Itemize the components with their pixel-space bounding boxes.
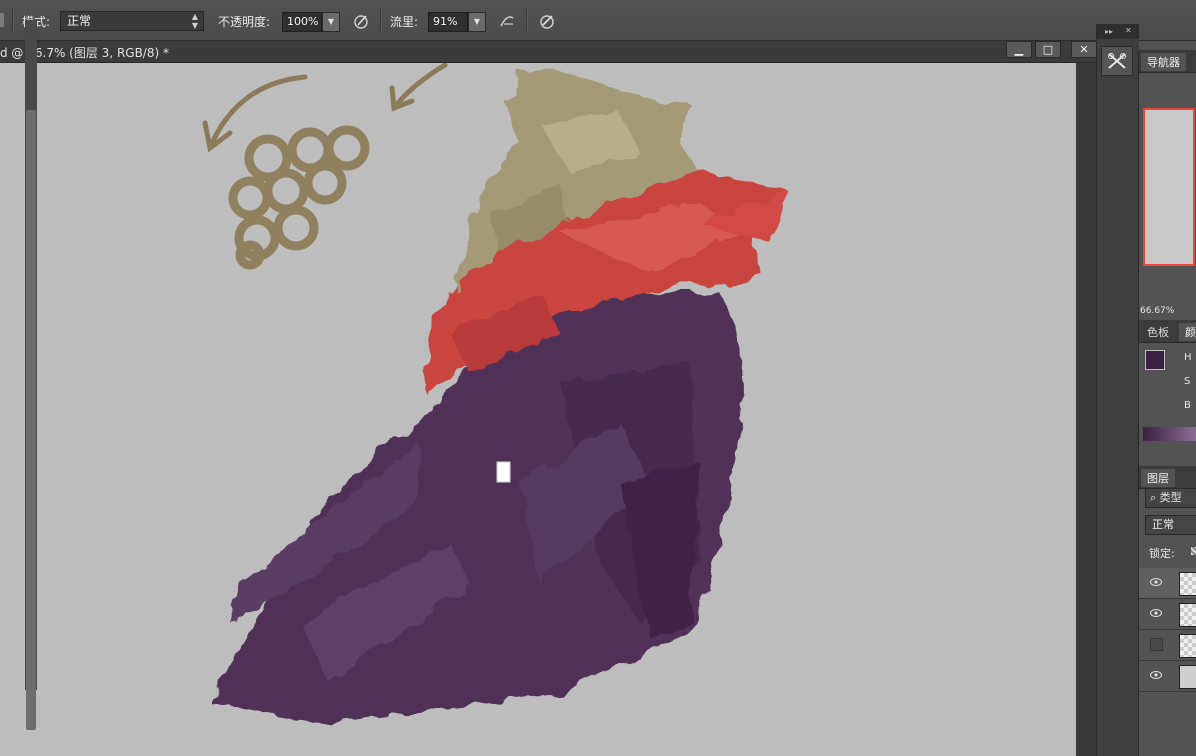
layers-tabbar: 图层	[1139, 466, 1196, 489]
mode-select[interactable]: 正常 ▲ ▼	[60, 11, 204, 31]
search-icon: ⌕	[1150, 491, 1160, 504]
foreground-color-swatch[interactable]	[1145, 350, 1165, 370]
layer-row[interactable]	[1139, 661, 1196, 692]
tab-swatches[interactable]: 色板	[1141, 323, 1175, 341]
scrollbar-thumb[interactable]	[26, 110, 36, 730]
airbrush-pressure-icon[interactable]	[352, 12, 370, 30]
vertical-scrollbar[interactable]	[1076, 63, 1096, 756]
blend-mode-select[interactable]: 正常	[1145, 515, 1196, 535]
layer-thumbnail	[1179, 572, 1196, 596]
navigator-zoom-value[interactable]: 66.67%	[1140, 306, 1174, 316]
eye-icon[interactable]	[1150, 578, 1162, 586]
brush-presets-icon	[1108, 53, 1126, 69]
tab-color[interactable]: 颜	[1179, 323, 1196, 341]
opacity-dropdown-button[interactable]: ▼	[322, 12, 340, 32]
brush-cursor	[496, 461, 511, 483]
layer-row[interactable]	[1139, 568, 1196, 599]
lock-label: 锁定:	[1149, 547, 1175, 560]
options-separator	[380, 8, 382, 34]
saturation-label: S	[1184, 376, 1191, 387]
color-tabbar: 色板 颜	[1139, 320, 1196, 343]
restore-button[interactable]: □	[1035, 41, 1061, 58]
minimize-button[interactable]: ▁	[1006, 41, 1032, 58]
layer-thumbnail	[1179, 603, 1196, 627]
options-bar: 模式: 正常 ▲▼ 不透明度: 100% ▼ 流里: 91% ▼	[0, 0, 1196, 41]
tablet-pressure-size-icon[interactable]	[538, 12, 556, 30]
layer-row[interactable]	[1139, 630, 1196, 661]
options-separator	[526, 8, 528, 34]
opacity-input[interactable]: 100%	[282, 12, 322, 32]
lock-transparent-icon[interactable]	[1191, 547, 1196, 555]
right-panels: 导航器 66.67% 色板 颜 H S B 图层 ⌕ 类型 正常 锁定:	[1138, 50, 1196, 756]
flow-input[interactable]: 91%	[428, 12, 468, 32]
background-layer-thumbnail	[1179, 665, 1196, 689]
tab-layers[interactable]: 图层	[1141, 469, 1175, 487]
opacity-label: 不透明度:	[218, 15, 271, 29]
canvas[interactable]	[0, 63, 1076, 756]
hue-label: H	[1184, 352, 1192, 363]
navigator-preview[interactable]	[1143, 108, 1195, 266]
layer-row[interactable]	[1139, 599, 1196, 630]
navigator-tabbar: 导航器	[1139, 50, 1196, 73]
grape-painting	[202, 63, 790, 723]
tool-preset-icon[interactable]	[0, 13, 4, 27]
brightness-label: B	[1184, 400, 1191, 411]
flow-label: 流里:	[390, 15, 419, 29]
close-button[interactable]: ✕	[1071, 41, 1097, 58]
collapse-dock-icon[interactable]: ▸▸	[1105, 27, 1113, 36]
layer-thumbnail	[1179, 634, 1196, 658]
brush-presets-button[interactable]	[1101, 46, 1133, 76]
options-separator	[12, 8, 14, 34]
sketch-grape-bunch	[228, 125, 370, 270]
eye-icon[interactable]	[1150, 609, 1162, 617]
close-dock-icon[interactable]: ✕	[1125, 26, 1132, 35]
layer-filter-kind[interactable]: ⌕ 类型	[1145, 488, 1196, 508]
eye-icon[interactable]	[1150, 671, 1162, 679]
airbrush-icon[interactable]	[498, 12, 516, 30]
tab-navigator[interactable]: 导航器	[1141, 53, 1186, 71]
collapsed-panel-dock: ▸▸ ✕	[1096, 24, 1139, 756]
mode-select-value: 正常	[67, 14, 92, 28]
color-ramp[interactable]	[1143, 427, 1196, 441]
flow-dropdown-button[interactable]: ▼	[468, 12, 486, 32]
visibility-toggle-empty[interactable]	[1150, 638, 1163, 651]
dock-header: ▸▸ ✕	[1097, 24, 1139, 39]
document-tab[interactable]: d @ 66.7% (图层 3, RGB/8) * ▁ □ ✕	[0, 41, 1097, 63]
layer-filter-label: 类型	[1159, 491, 1182, 504]
select-updown-icon: ▲ ▼	[191, 12, 198, 30]
